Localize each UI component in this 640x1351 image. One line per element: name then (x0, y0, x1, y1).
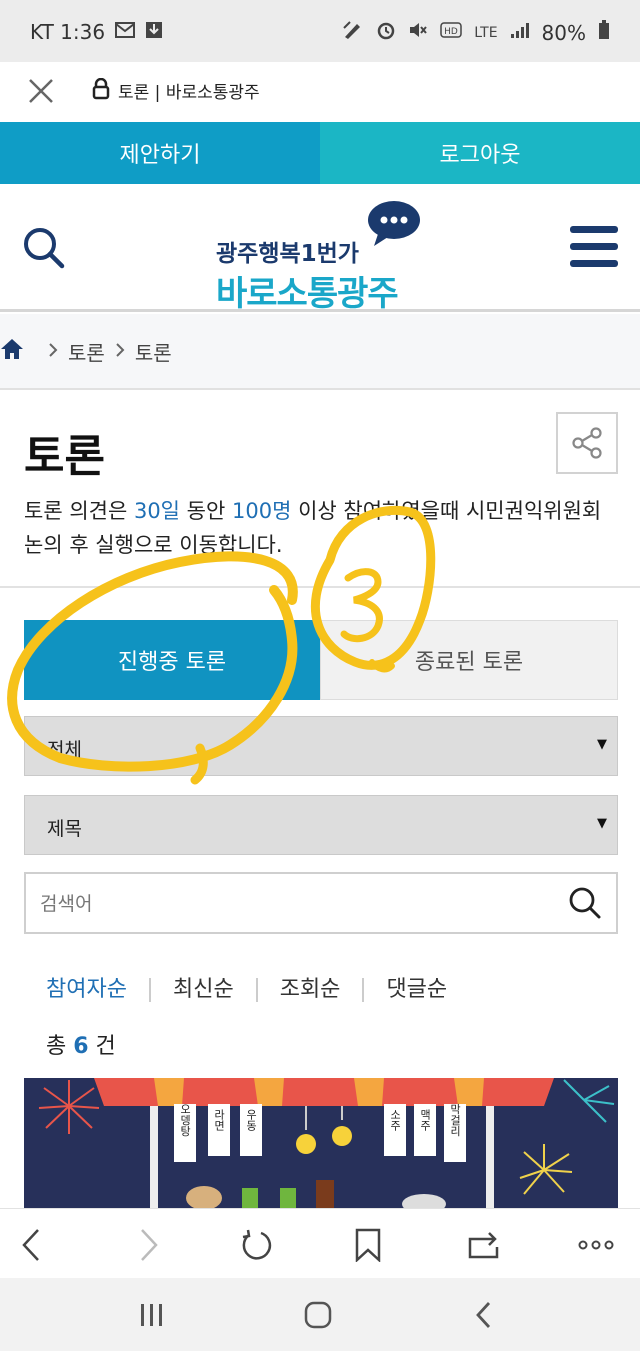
pen-icon (342, 20, 364, 45)
sign-text: 맥주 (419, 1109, 432, 1131)
chevron-right-icon (48, 339, 58, 363)
signal-icon (510, 21, 530, 44)
breadcrumb-item[interactable]: 토론 (135, 337, 172, 366)
close-icon[interactable] (22, 72, 60, 110)
sort-latest[interactable]: 최신순 (148, 978, 256, 1002)
share-icon (572, 427, 602, 459)
desc-people: 100명 (232, 499, 292, 523)
tabs-switch-icon[interactable] (462, 1223, 506, 1267)
discussion-thumbnail[interactable]: 오뎅탕 라면 우동 소주 맥주 막걸리 (24, 1078, 618, 1208)
count-value: 6 (73, 1034, 89, 1059)
page-description: 토론 의견은 30일 동안 100명 이상 참여하였을때 시민권익위원회 논의 … (24, 494, 624, 562)
system-nav-bar (0, 1278, 640, 1351)
hd-icon: HD (440, 22, 463, 43)
dropdown-arrow-icon: ▼ (597, 816, 607, 831)
discussion-tabs: 진행중 토론 종료된 토론 (24, 620, 618, 700)
home-button-icon[interactable] (298, 1298, 338, 1332)
recent-apps-icon[interactable] (132, 1298, 172, 1332)
sign-text: 오뎅탕 (179, 1104, 192, 1137)
chevron-right-icon (115, 339, 125, 363)
breadcrumb-item[interactable]: 토론 (68, 337, 105, 366)
mute-icon (408, 20, 428, 45)
field-select[interactable]: 제목 ▼ (24, 795, 618, 855)
search-input[interactable] (40, 886, 560, 922)
system-back-icon[interactable] (464, 1298, 504, 1332)
dropdown-arrow-icon: ▼ (597, 737, 607, 752)
sign-text: 라면 (213, 1109, 226, 1131)
title-section: 토론 토론 의견은 30일 동안 100명 이상 참여하였을때 시민권익위원회 … (0, 392, 640, 588)
bookmark-icon[interactable] (346, 1223, 390, 1267)
reload-icon[interactable] (234, 1223, 278, 1267)
network-label: LTE (474, 24, 498, 41)
logo-small-text: 광주행복1번가 (216, 241, 359, 267)
sort-comments[interactable]: 댓글순 (362, 978, 469, 1002)
share-button[interactable] (556, 412, 618, 474)
search-box (24, 872, 618, 934)
page-title: 토론 (24, 431, 105, 482)
browser-url-bar: 토론 | 바로소통광주 (0, 62, 640, 122)
site-header: 광주행복1번가 바로소통광주 (0, 184, 640, 314)
breadcrumb: 토론 토론 (0, 314, 640, 390)
browser-toolbar (0, 1208, 640, 1278)
sort-views[interactable]: 조회순 (255, 978, 363, 1002)
tab-ongoing[interactable]: 진행중 토론 (24, 620, 320, 700)
category-select-value: 전체 (47, 739, 82, 761)
tab-closed[interactable]: 종료된 토론 (320, 620, 618, 700)
logout-button[interactable]: 로그아웃 (320, 122, 640, 184)
count-prefix: 총 (46, 1034, 74, 1059)
battery-percent: 80% (541, 20, 586, 45)
desc-text: 동안 (180, 499, 232, 523)
status-bar: KT 1:36 HD LTE 80% (0, 0, 640, 62)
propose-button[interactable]: 제안하기 (0, 122, 320, 184)
desc-days: 30일 (133, 499, 180, 523)
battery-icon (598, 20, 610, 45)
mail-icon (115, 21, 136, 43)
sign-text: 소주 (389, 1109, 402, 1131)
more-options-icon[interactable] (574, 1223, 618, 1267)
lock-icon (92, 77, 110, 104)
sign-text: 막걸리 (449, 1103, 462, 1136)
home-icon[interactable] (0, 338, 24, 365)
search-icon[interactable] (568, 886, 602, 924)
svg-text:HD: HD (444, 27, 458, 37)
count-suffix: 건 (88, 1034, 116, 1059)
category-select[interactable]: 전체 ▼ (24, 716, 618, 776)
speech-bubble-icon (366, 200, 422, 252)
forward-icon[interactable] (126, 1223, 170, 1267)
top-buttons: 제안하기 로그아웃 (0, 122, 640, 184)
field-select-value: 제목 (47, 818, 82, 840)
site-logo[interactable]: 광주행복1번가 바로소통광주 (216, 200, 436, 314)
back-icon[interactable] (10, 1223, 54, 1267)
carrier-time: KT 1:36 (30, 20, 106, 44)
hamburger-menu-icon[interactable] (570, 226, 618, 272)
alarm-icon (376, 20, 396, 45)
result-count: 총 6 건 (46, 1028, 116, 1060)
desc-text: 토론 의견은 (24, 499, 134, 523)
search-icon[interactable] (22, 226, 66, 274)
url-text[interactable]: 토론 | 바로소통광주 (118, 78, 260, 103)
sort-options: 참여자순 최신순 조회순 댓글순 (46, 978, 469, 1002)
logo-big-text: 바로소통광주 (216, 274, 399, 314)
download-icon (145, 21, 163, 44)
sort-participants[interactable]: 참여자순 (46, 978, 149, 1002)
sign-text: 우동 (245, 1109, 258, 1131)
